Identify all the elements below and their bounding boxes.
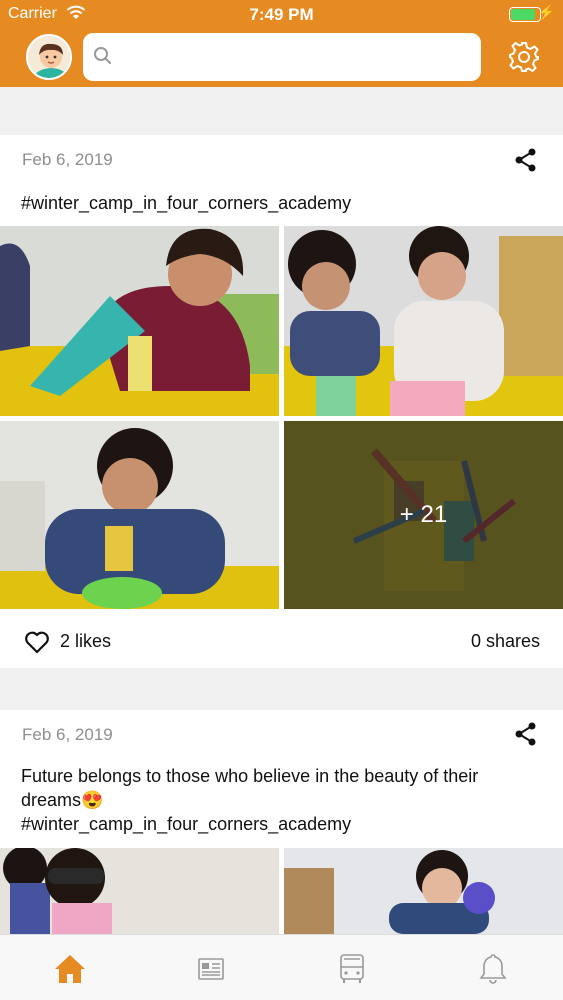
profile-avatar[interactable] [26, 34, 72, 80]
post-photo[interactable] [284, 848, 563, 934]
post-actions: 2 likes 0 shares [0, 609, 563, 675]
tab-news[interactable] [193, 951, 229, 987]
post-photo[interactable] [0, 848, 279, 934]
more-photos-count: + 21 [284, 421, 563, 609]
search-bar[interactable] [83, 33, 481, 81]
shares-count: 0 shares [470, 631, 540, 651]
post-photo-more[interactable]: + 21 [284, 421, 563, 609]
post-photo[interactable] [0, 226, 279, 416]
gear-icon [509, 41, 539, 73]
post-photo[interactable] [284, 226, 563, 416]
likes-count[interactable]: 2 likes [60, 631, 111, 652]
share-button[interactable] [512, 720, 540, 748]
top-bar: Carrier 7:49 PM ⚡ [0, 0, 563, 87]
heart-icon [25, 631, 49, 654]
share-icon [515, 148, 536, 172]
post-card: Feb 6, 2019 Future belongs to those who … [0, 710, 563, 934]
app-screen: Carrier 7:49 PM ⚡ Feb 6, 2019 #winter_ca… [0, 0, 563, 1000]
bell-icon [479, 954, 507, 984]
post-date: Feb 6, 2019 [22, 150, 113, 169]
battery-fill [511, 9, 536, 20]
search-icon [93, 46, 113, 71]
post-caption: Future belongs to those who believe in t… [21, 766, 479, 834]
home-icon [55, 955, 85, 983]
post-card: Feb 6, 2019 #winter_camp_in_four_corners… [0, 135, 563, 668]
post-caption: #winter_camp_in_four_corners_academy [21, 193, 352, 213]
share-button[interactable] [512, 146, 540, 174]
tab-bar [0, 934, 563, 1000]
share-icon [515, 722, 536, 746]
like-button[interactable] [24, 630, 50, 659]
settings-button[interactable] [507, 40, 541, 74]
tab-home[interactable] [52, 951, 88, 987]
battery-icon [509, 7, 541, 22]
news-icon [198, 958, 224, 980]
tab-notifications[interactable] [475, 951, 511, 987]
search-input[interactable] [119, 41, 469, 73]
child-avatar-icon [28, 36, 70, 78]
post-date: Feb 6, 2019 [22, 725, 113, 744]
status-bar: Carrier 7:49 PM ⚡ [0, 0, 563, 30]
charging-icon: ⚡ [537, 4, 555, 20]
bus-icon [340, 954, 364, 983]
tab-bus[interactable] [334, 951, 370, 987]
status-time: 7:49 PM [249, 5, 314, 24]
post-photo[interactable] [0, 421, 279, 609]
